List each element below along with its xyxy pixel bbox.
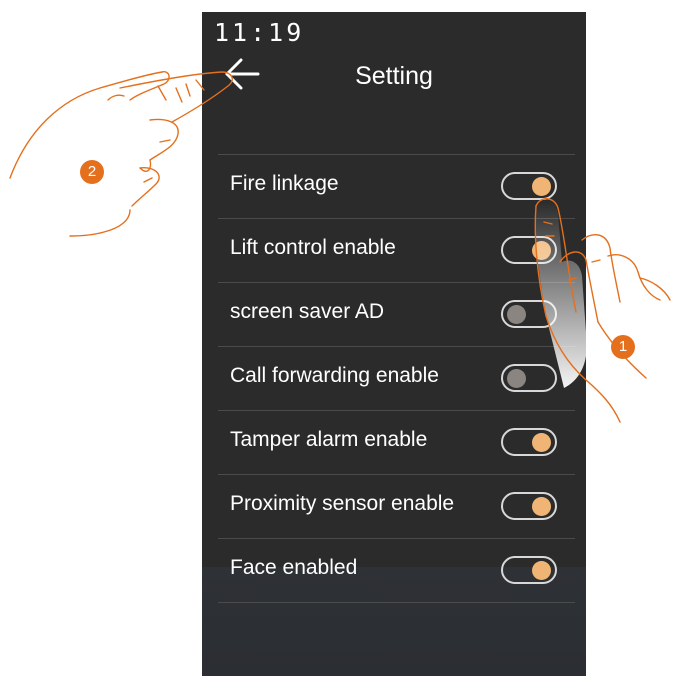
setting-label: Face enabled — [230, 556, 358, 579]
toggle-knob — [532, 561, 551, 580]
setting-row-proximity-sensor: Proximity sensor enable — [218, 474, 575, 538]
callout-badge-2: 2 — [80, 160, 104, 184]
toggle-knob — [532, 497, 551, 516]
callout-badge-1: 1 — [611, 335, 635, 359]
page-title-text: Setting — [355, 62, 433, 90]
tamper-alarm-toggle[interactable] — [501, 428, 557, 456]
proximity-sensor-toggle[interactable] — [501, 492, 557, 520]
pointing-hand-illustration — [9, 71, 233, 237]
setting-label: Tamper alarm enable — [230, 428, 428, 451]
setting-label: Proximity sensor enable — [230, 492, 455, 515]
setting-row-face-enabled: Face enabled — [218, 538, 575, 603]
toggle-knob — [532, 433, 551, 452]
status-time: 11:19 — [214, 18, 305, 47]
setting-label: screen saver AD — [230, 300, 385, 323]
face-enabled-toggle[interactable] — [501, 556, 557, 584]
setting-label: Call forwarding enable — [230, 364, 439, 387]
pressing-hand-illustration — [534, 198, 671, 423]
